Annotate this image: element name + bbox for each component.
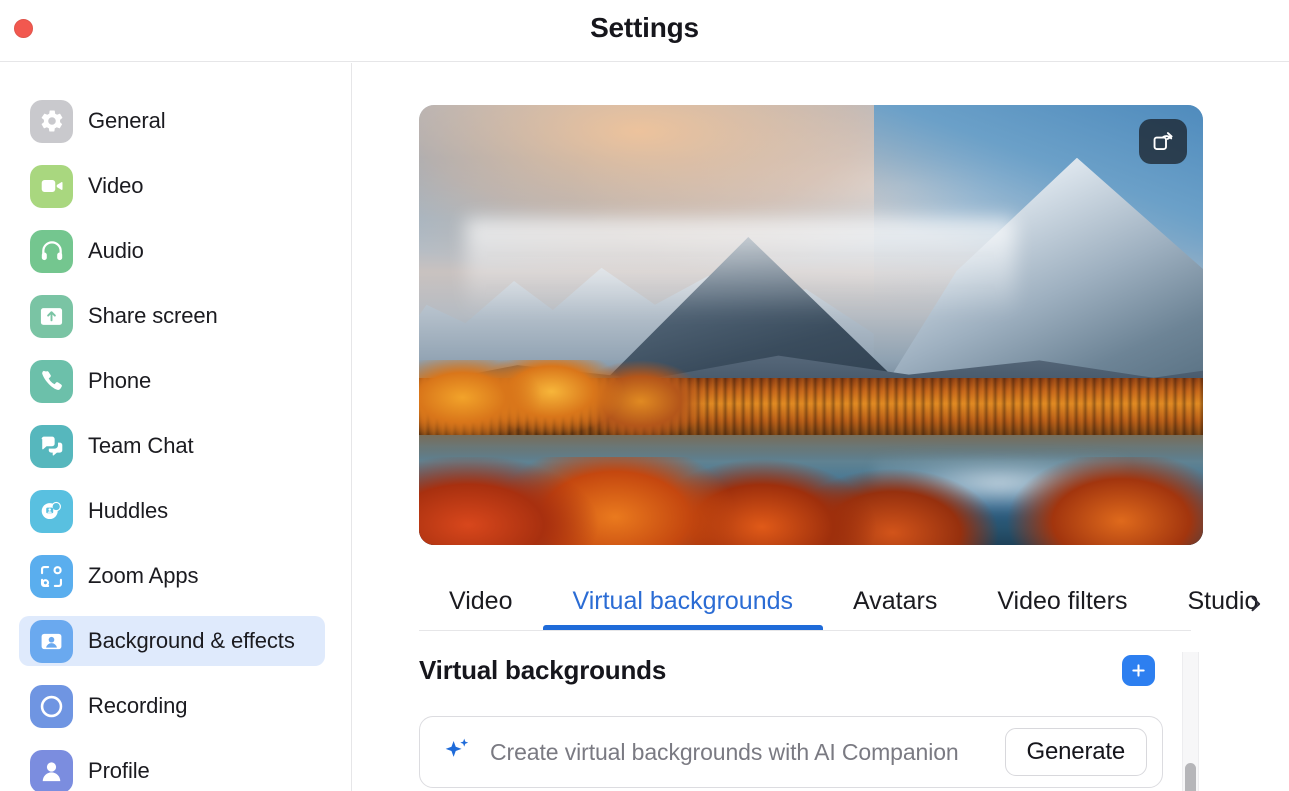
sidebar-item-label: Huddles	[88, 498, 169, 523]
sidebar-item-zoom-apps[interactable]: Zoom Apps	[19, 551, 325, 601]
content-scrollbar-thumb[interactable]	[1185, 763, 1196, 791]
phone-icon	[30, 359, 73, 403]
sidebar-item-audio[interactable]: Audio	[19, 226, 325, 276]
section-heading: Virtual backgrounds	[419, 655, 667, 685]
preview-cloud-haze	[466, 219, 1015, 317]
title-bar: Settings	[0, 0, 1289, 62]
sidebar-item-label: Recording	[88, 693, 188, 718]
sidebar-item-phone[interactable]: Phone	[19, 356, 325, 406]
tab-label: Video filters	[997, 586, 1128, 615]
sidebar-item-profile[interactable]: Profile	[19, 746, 325, 791]
tab-bar: Video Virtual backgrounds Avatars Video …	[419, 572, 1261, 631]
ai-prompt-placeholder: Create virtual backgrounds with AI Compa…	[490, 738, 959, 765]
gear-icon	[30, 99, 73, 143]
tab-label: Avatars	[853, 586, 938, 615]
record-circle-icon	[30, 684, 73, 728]
huddles-icon	[30, 489, 73, 533]
background-preview[interactable]	[419, 105, 1203, 545]
sidebar-item-label: Phone	[88, 368, 152, 393]
sparkle-icon	[440, 735, 474, 769]
tab-label: Video	[449, 586, 513, 615]
settings-window: Settings General Video Audio Share scree…	[0, 0, 1289, 791]
chevron-right-icon[interactable]	[1244, 592, 1266, 616]
sidebar-item-video[interactable]: Video	[19, 161, 325, 211]
chat-bubbles-icon	[30, 424, 73, 468]
background-effects-icon	[30, 619, 73, 663]
generate-button[interactable]: Generate	[1004, 728, 1147, 776]
sidebar-item-label: Zoom Apps	[88, 563, 199, 588]
sidebar-item-huddles[interactable]: Huddles	[19, 486, 325, 536]
sidebar-item-share-screen[interactable]: Share screen	[19, 291, 325, 341]
preview-autumn-trees	[419, 360, 733, 435]
content-panel: Video Virtual backgrounds Avatars Video …	[353, 63, 1289, 791]
add-background-button[interactable]	[1122, 655, 1155, 686]
sidebar-item-background-effects[interactable]: Background & effects	[19, 616, 325, 666]
page-title: Settings	[590, 12, 699, 43]
sidebar: General Video Audio Share screen Phone T…	[0, 63, 352, 791]
sidebar-item-label: General	[88, 108, 166, 133]
flip-icon[interactable]	[1139, 119, 1187, 164]
ai-companion-prompt-row[interactable]: Create virtual backgrounds with AI Compa…	[419, 716, 1163, 788]
tab-label: Virtual backgrounds	[572, 586, 794, 615]
share-screen-icon	[30, 294, 73, 338]
sidebar-item-label: Background & effects	[88, 628, 295, 653]
tab-studio[interactable]: Studio	[1158, 572, 1261, 630]
person-icon	[30, 749, 73, 791]
sidebar-item-label: Audio	[88, 238, 144, 263]
tab-virtual-backgrounds[interactable]: Virtual backgrounds	[542, 572, 824, 630]
sidebar-item-label: Profile	[88, 758, 150, 783]
sidebar-item-label: Video	[88, 173, 144, 198]
sidebar-item-label: Share screen	[88, 303, 218, 328]
tab-video-filters[interactable]: Video filters	[967, 572, 1157, 630]
zoom-apps-icon	[30, 554, 73, 598]
tab-avatars[interactable]: Avatars	[823, 572, 967, 630]
sidebar-item-team-chat[interactable]: Team Chat	[19, 421, 325, 471]
sidebar-item-label: Team Chat	[88, 433, 194, 458]
headphones-icon	[30, 229, 73, 273]
preview-foreground-shrubs	[419, 457, 1203, 545]
sidebar-item-general[interactable]: General	[19, 96, 325, 146]
sidebar-item-recording[interactable]: Recording	[19, 681, 325, 731]
video-camera-icon	[30, 164, 73, 208]
tab-video[interactable]: Video	[419, 572, 543, 630]
